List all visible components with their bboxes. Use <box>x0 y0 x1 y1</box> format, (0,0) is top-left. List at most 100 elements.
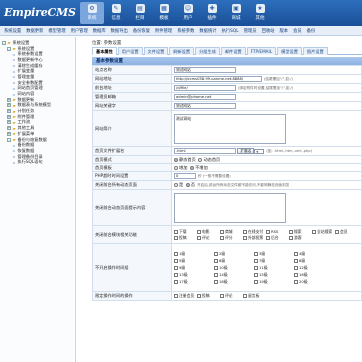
topnav-column[interactable]: ▤ 栏目 <box>128 2 152 24</box>
checkbox[interactable] <box>174 294 178 298</box>
checkbox[interactable] <box>214 258 218 263</box>
subnav-item[interactable]: 执行SQL <box>220 28 241 34</box>
no-add-radio[interactable] <box>190 165 195 170</box>
topnav-system[interactable]: ⚙ 系统 <box>80 2 104 24</box>
checkbox[interactable] <box>294 279 298 284</box>
subnav-item[interactable]: 数据库 <box>91 28 108 34</box>
index-ext-input[interactable]: .html <box>174 148 236 154</box>
subnav-item[interactable]: 备份 <box>305 28 318 34</box>
tab-1[interactable]: 用户设置 <box>117 47 143 55</box>
add-radio[interactable] <box>174 165 178 170</box>
expand-toggle-icon[interactable]: + <box>7 103 11 108</box>
checkbox[interactable] <box>174 272 178 277</box>
tab-4[interactable]: 分组生成 <box>195 47 220 55</box>
tab-0[interactable]: 基本属性 <box>92 47 117 55</box>
checkbox[interactable] <box>174 235 178 240</box>
checkbox[interactable] <box>214 251 218 256</box>
checkbox[interactable] <box>214 265 218 270</box>
checkbox[interactable] <box>254 279 258 284</box>
topnav-user[interactable]: ☺ 用户 <box>176 2 200 24</box>
subnav-item[interactable]: 回收站 <box>260 28 277 34</box>
subnav-item[interactable]: 管理员 <box>242 28 259 34</box>
topnav-shop[interactable]: ▣ 商城 <box>224 2 248 24</box>
site-name-input[interactable]: 测试网站 <box>174 67 236 73</box>
php-time-input[interactable]: 0 <box>174 173 196 179</box>
ext-dropdown[interactable]: ▾ <box>254 148 265 154</box>
checkbox[interactable] <box>243 294 247 298</box>
expand-toggle-icon[interactable]: - <box>2 40 6 45</box>
sidebar-item[interactable]: ▫ 执行SQL语句 <box>0 159 75 165</box>
subnav-item[interactable]: 用户管理 <box>69 28 90 34</box>
subnav-item[interactable]: 附件管理 <box>153 28 174 34</box>
expand-toggle-icon[interactable]: + <box>7 109 11 114</box>
checkbox[interactable] <box>254 272 258 277</box>
subnav-item[interactable]: 数据统计 <box>197 28 218 34</box>
checkbox[interactable] <box>214 279 218 284</box>
checkbox[interactable] <box>254 251 258 256</box>
subnav-item[interactable]: 数据更新 <box>24 28 45 34</box>
subnav-item[interactable]: 系统参数 <box>175 28 196 34</box>
checkbox[interactable] <box>294 265 298 270</box>
tab-3[interactable]: 刷新设置 <box>169 47 195 55</box>
expand-toggle-icon[interactable]: - <box>7 137 11 142</box>
checkbox[interactable] <box>174 265 178 270</box>
topnav-info[interactable]: ✎ 信息 <box>104 2 128 24</box>
dynamic-index-radio[interactable] <box>198 157 203 162</box>
checkbox[interactable] <box>294 258 298 263</box>
checkbox[interactable] <box>174 251 178 256</box>
checkbox[interactable] <box>197 235 201 240</box>
checkbox[interactable] <box>243 229 247 234</box>
tab-5[interactable]: 邮件设置 <box>220 47 246 55</box>
expand-toggle-icon[interactable]: + <box>7 131 11 136</box>
expand-toggle-icon[interactable]: + <box>7 97 11 102</box>
checkbox[interactable] <box>197 229 201 234</box>
checkbox[interactable] <box>266 235 270 240</box>
subnav-item[interactable]: 版本 <box>277 28 290 34</box>
tab-6[interactable]: FTP/EMAIL <box>246 47 277 55</box>
checkbox[interactable] <box>220 235 224 240</box>
checkbox[interactable] <box>220 294 224 298</box>
topnav-other[interactable]: ★ 其他 <box>248 2 272 24</box>
close-yes-radio[interactable] <box>174 183 178 187</box>
expand-toggle-icon[interactable]: + <box>7 114 11 119</box>
checkbox[interactable] <box>294 272 298 277</box>
close-tip-textarea[interactable] <box>174 192 286 223</box>
checkbox[interactable] <box>254 265 258 270</box>
expand-toggle-icon[interactable]: + <box>7 126 11 131</box>
checkbox[interactable] <box>174 229 178 234</box>
description-textarea[interactable]: 测试网站 <box>174 113 286 144</box>
subnav-item[interactable]: 模型管理 <box>46 28 67 34</box>
expand-toggle-icon[interactable]: - <box>7 46 11 51</box>
checkbox[interactable] <box>294 251 298 256</box>
checkbox[interactable] <box>254 258 258 263</box>
checkbox[interactable] <box>289 235 293 240</box>
tab-8[interactable]: 图片设置 <box>302 47 328 55</box>
checkbox[interactable] <box>197 294 201 298</box>
news-url-input[interactable]: /d/file/ <box>174 85 236 91</box>
subnav-item[interactable]: 数据导出 <box>109 28 130 34</box>
checkbox[interactable] <box>220 229 224 234</box>
admin-email-input[interactable]: admin@phome.net <box>174 94 236 100</box>
subnav-item[interactable]: 备份恢复 <box>131 28 152 34</box>
ext-select-button[interactable]: 扩展名 <box>237 148 255 154</box>
subnav-item[interactable]: 系统设置 <box>2 28 23 34</box>
checkbox[interactable] <box>266 229 270 234</box>
site-url-input[interactable]: http://ecms058.99.uanme.net:8888/ <box>174 76 262 82</box>
checkbox[interactable] <box>174 258 178 263</box>
checkbox[interactable] <box>289 229 293 234</box>
checkbox[interactable] <box>174 279 178 284</box>
topnav-template[interactable]: ▦ 模板 <box>152 2 176 24</box>
close-no-radio[interactable] <box>185 183 190 187</box>
tab-7[interactable]: 模型设置 <box>277 47 302 55</box>
subnav-item[interactable]: 会员 <box>291 28 304 34</box>
expand-toggle-icon[interactable]: + <box>7 120 11 125</box>
member_groups-option: 12级 <box>294 265 334 271</box>
checkbox[interactable] <box>214 272 218 277</box>
topnav-plugin[interactable]: ✚ 插件 <box>200 2 224 24</box>
checkbox[interactable] <box>243 235 247 240</box>
keywords-input[interactable]: 测试网站 <box>174 103 236 109</box>
checkbox[interactable] <box>312 229 316 234</box>
tab-2[interactable]: 文件设置 <box>143 47 169 55</box>
static-index-radio[interactable] <box>174 157 178 162</box>
checkbox[interactable] <box>335 229 339 234</box>
